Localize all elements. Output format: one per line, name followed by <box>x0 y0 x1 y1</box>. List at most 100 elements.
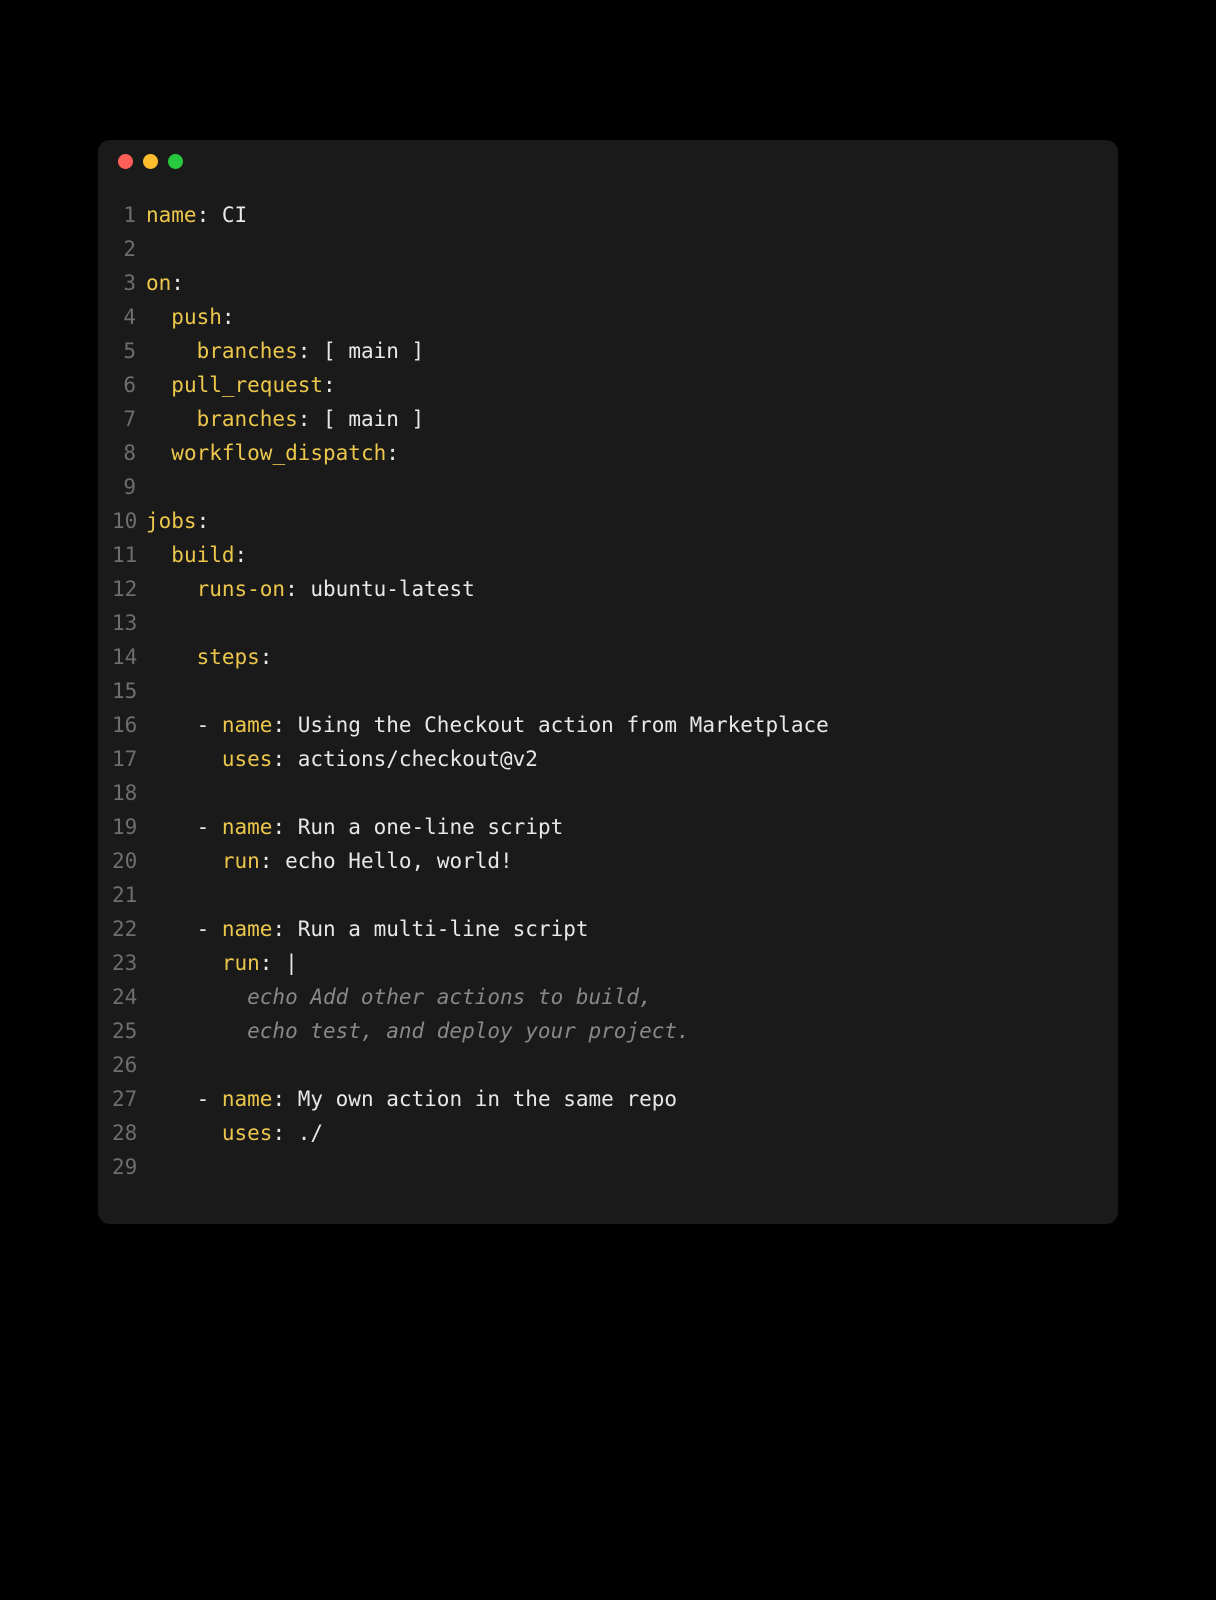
code-line[interactable]: 1name: CI <box>112 198 1094 232</box>
code-content <box>146 674 159 708</box>
token-val <box>146 373 171 397</box>
minimize-icon[interactable] <box>143 154 158 169</box>
token-punct: : <box>285 577 298 601</box>
token-dash: - <box>146 815 222 839</box>
line-number: 22 <box>112 912 146 946</box>
token-punct: : <box>197 509 210 533</box>
line-number: 3 <box>112 266 146 300</box>
line-number: 12 <box>112 572 146 606</box>
line-number: 24 <box>112 980 146 1014</box>
token-key: push <box>171 305 222 329</box>
code-content: branches: [ main ] <box>146 402 424 436</box>
code-line[interactable]: 8 workflow_dispatch: <box>112 436 1094 470</box>
code-content <box>146 878 159 912</box>
code-line[interactable]: 4 push: <box>112 300 1094 334</box>
code-line[interactable]: 24 echo Add other actions to build, <box>112 980 1094 1014</box>
code-window: 1name: CI2 3on:4 push:5 branches: [ main… <box>98 140 1118 1224</box>
code-content: jobs: <box>146 504 209 538</box>
line-number: 15 <box>112 674 146 708</box>
code-line[interactable]: 9 <box>112 470 1094 504</box>
code-content: runs-on: ubuntu-latest <box>146 572 475 606</box>
code-content: name: CI <box>146 198 247 232</box>
token-val: CI <box>209 203 247 227</box>
code-line[interactable]: 22 - name: Run a multi-line script <box>112 912 1094 946</box>
code-content <box>146 470 159 504</box>
code-line[interactable]: 16 - name: Using the Checkout action fro… <box>112 708 1094 742</box>
code-line[interactable]: 26 <box>112 1048 1094 1082</box>
zoom-icon[interactable] <box>168 154 183 169</box>
line-number: 20 <box>112 844 146 878</box>
line-number: 11 <box>112 538 146 572</box>
code-line[interactable]: 19 - name: Run a one-line script <box>112 810 1094 844</box>
code-line[interactable]: 23 run: | <box>112 946 1094 980</box>
code-line[interactable]: 11 build: <box>112 538 1094 572</box>
code-line[interactable]: 15 <box>112 674 1094 708</box>
token-key: name <box>222 713 273 737</box>
token-punct: : <box>235 543 248 567</box>
code-line[interactable]: 13 <box>112 606 1094 640</box>
line-number: 18 <box>112 776 146 810</box>
close-icon[interactable] <box>118 154 133 169</box>
token-key: uses <box>222 1121 273 1145</box>
code-line[interactable]: 3on: <box>112 266 1094 300</box>
token-comment: echo test, and deploy your project. <box>146 1019 690 1043</box>
code-line[interactable]: 10jobs: <box>112 504 1094 538</box>
code-line[interactable]: 17 uses: actions/checkout@v2 <box>112 742 1094 776</box>
code-content: on: <box>146 266 184 300</box>
code-line[interactable]: 2 <box>112 232 1094 266</box>
token-key: branches <box>197 339 298 363</box>
code-content: uses: actions/checkout@v2 <box>146 742 538 776</box>
line-number: 16 <box>112 708 146 742</box>
line-number: 10 <box>112 504 146 538</box>
line-number: 9 <box>112 470 146 504</box>
token-val <box>146 407 197 431</box>
code-line[interactable]: 18 <box>112 776 1094 810</box>
code-content: - name: Run a multi-line script <box>146 912 589 946</box>
code-line[interactable]: 21 <box>112 878 1094 912</box>
token-punct: : <box>298 407 311 431</box>
token-key: runs-on <box>197 577 286 601</box>
token-punct: : <box>386 441 399 465</box>
code-line[interactable]: 12 runs-on: ubuntu-latest <box>112 572 1094 606</box>
token-punct: : <box>298 339 311 363</box>
line-number: 14 <box>112 640 146 674</box>
token-punct: : <box>222 305 235 329</box>
token-punct: : <box>260 951 273 975</box>
code-content <box>146 1048 159 1082</box>
token-val <box>146 441 171 465</box>
token-key: branches <box>197 407 298 431</box>
token-val: echo Hello, world! <box>272 849 512 873</box>
token-punct: : <box>272 713 285 737</box>
code-line[interactable]: 28 uses: ./ <box>112 1116 1094 1150</box>
line-number: 28 <box>112 1116 146 1150</box>
code-content: run: echo Hello, world! <box>146 844 513 878</box>
token-key: name <box>146 203 197 227</box>
line-number: 27 <box>112 1082 146 1116</box>
code-content: echo Add other actions to build, <box>146 980 652 1014</box>
code-line[interactable]: 20 run: echo Hello, world! <box>112 844 1094 878</box>
code-line[interactable]: 29 <box>112 1150 1094 1184</box>
code-content: workflow_dispatch: <box>146 436 399 470</box>
code-line[interactable]: 5 branches: [ main ] <box>112 334 1094 368</box>
line-number: 21 <box>112 878 146 912</box>
token-dash: - <box>146 713 222 737</box>
token-key: name <box>222 1087 273 1111</box>
line-number: 17 <box>112 742 146 776</box>
token-key: on <box>146 271 171 295</box>
code-content: pull_request: <box>146 368 336 402</box>
line-number: 6 <box>112 368 146 402</box>
token-val: [ main ] <box>310 339 424 363</box>
code-line[interactable]: 27 - name: My own action in the same rep… <box>112 1082 1094 1116</box>
code-line[interactable]: 25 echo test, and deploy your project. <box>112 1014 1094 1048</box>
code-editor[interactable]: 1name: CI2 3on:4 push:5 branches: [ main… <box>98 182 1118 1224</box>
token-val: actions/checkout@v2 <box>285 747 538 771</box>
code-line[interactable]: 14 steps: <box>112 640 1094 674</box>
token-punct: : <box>272 1087 285 1111</box>
code-line[interactable]: 6 pull_request: <box>112 368 1094 402</box>
code-line[interactable]: 7 branches: [ main ] <box>112 402 1094 436</box>
token-key: run <box>222 849 260 873</box>
line-number: 26 <box>112 1048 146 1082</box>
token-val: Run a multi-line script <box>285 917 588 941</box>
line-number: 29 <box>112 1150 146 1184</box>
line-number: 19 <box>112 810 146 844</box>
